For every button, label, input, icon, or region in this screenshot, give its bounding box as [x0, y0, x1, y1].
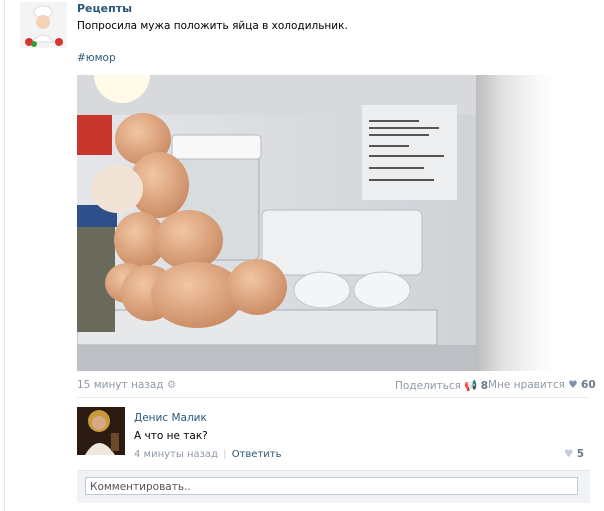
comment-author-name[interactable]: Денис Малик: [134, 412, 207, 424]
gear-icon[interactable]: ⚙: [167, 379, 176, 391]
post-text: Попросила мужа положить яйца в холодильн…: [77, 20, 348, 32]
commenter-avatar[interactable]: [77, 407, 125, 455]
like-count: 60: [581, 379, 596, 391]
like-control[interactable]: Мне нравится ♥ 60: [488, 379, 596, 391]
share-label[interactable]: Поделиться: [395, 380, 461, 392]
comment-time[interactable]: 4 минуты назад: [134, 449, 218, 460]
feed-border: [4, 0, 5, 511]
megaphone-icon: 📢: [464, 380, 478, 392]
share-count: 8: [480, 380, 489, 392]
post-hashtag[interactable]: #юмор: [77, 52, 116, 64]
post-photo[interactable]: [77, 75, 476, 371]
post-time[interactable]: 15 минут назад: [77, 379, 164, 391]
share-control[interactable]: Поделиться 📢 8: [395, 379, 488, 392]
portrait-icon: [77, 407, 125, 455]
reply-box: Комментировать..: [77, 470, 590, 503]
comment-like[interactable]: ♥ 5: [564, 448, 584, 460]
comment-input[interactable]: Комментировать..: [85, 477, 578, 495]
post-time-wrap: 15 минут назад ⚙: [77, 379, 176, 391]
photo-shadow: [476, 75, 556, 371]
heart-icon[interactable]: ♥: [564, 448, 573, 460]
heart-icon[interactable]: ♥: [568, 379, 577, 391]
comment-text: А что не так?: [134, 430, 208, 442]
meta-separator: |: [223, 449, 227, 460]
comment-like-count: 5: [576, 448, 585, 460]
fridge-eggs-image: [77, 75, 476, 371]
reply-link[interactable]: Ответить: [232, 449, 282, 460]
like-label[interactable]: Мне нравится: [488, 379, 565, 391]
author-avatar[interactable]: [20, 2, 67, 48]
comments-divider: [77, 397, 589, 398]
chef-avatar-icon: [20, 2, 67, 48]
comment-meta: 4 минуты назад | Ответить: [134, 449, 282, 460]
post-author-name[interactable]: Рецепты: [77, 2, 132, 15]
